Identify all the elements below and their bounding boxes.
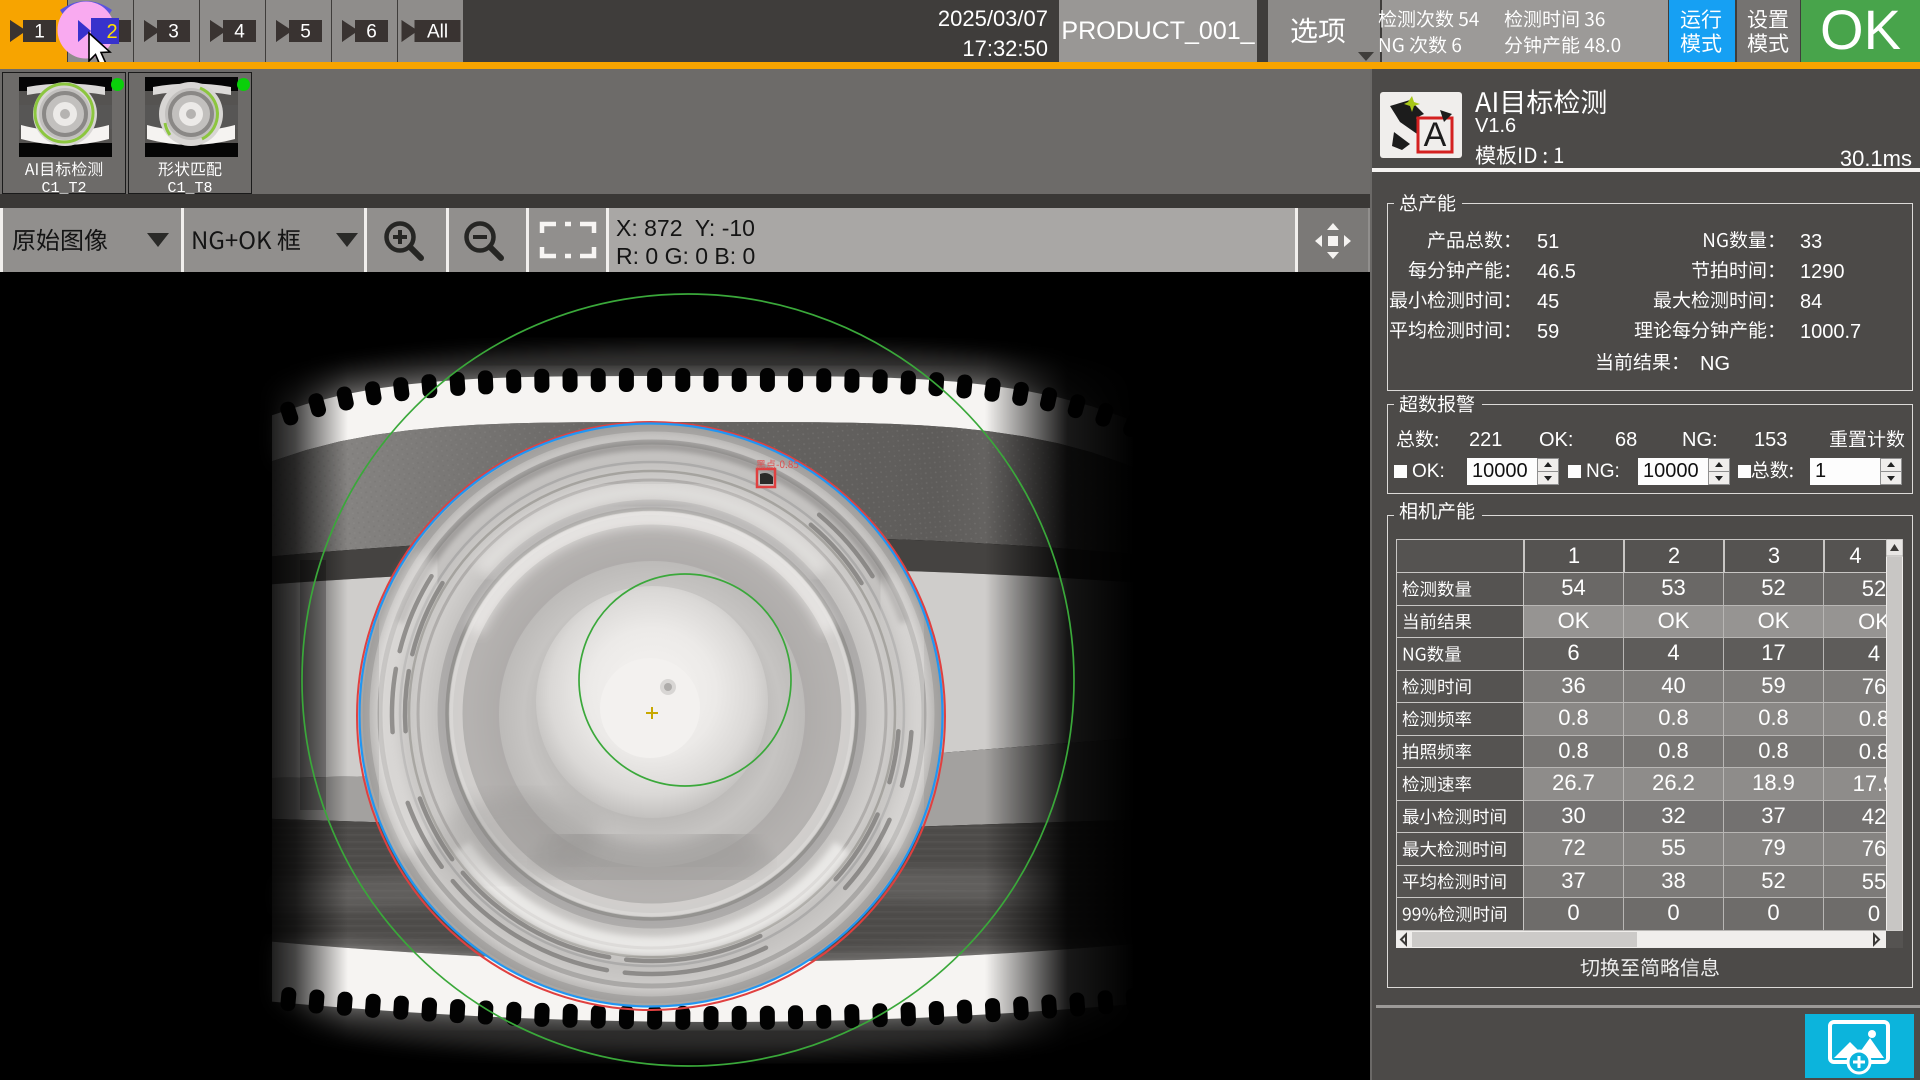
svg-text:6: 6 <box>366 22 377 43</box>
svg-text:4: 4 <box>234 22 245 43</box>
svg-text:All: All <box>427 22 448 43</box>
svg-text:2: 2 <box>106 21 117 43</box>
svg-text:A: A <box>1424 116 1447 154</box>
svg-text:5: 5 <box>300 22 311 43</box>
svg-text:3: 3 <box>168 22 179 43</box>
